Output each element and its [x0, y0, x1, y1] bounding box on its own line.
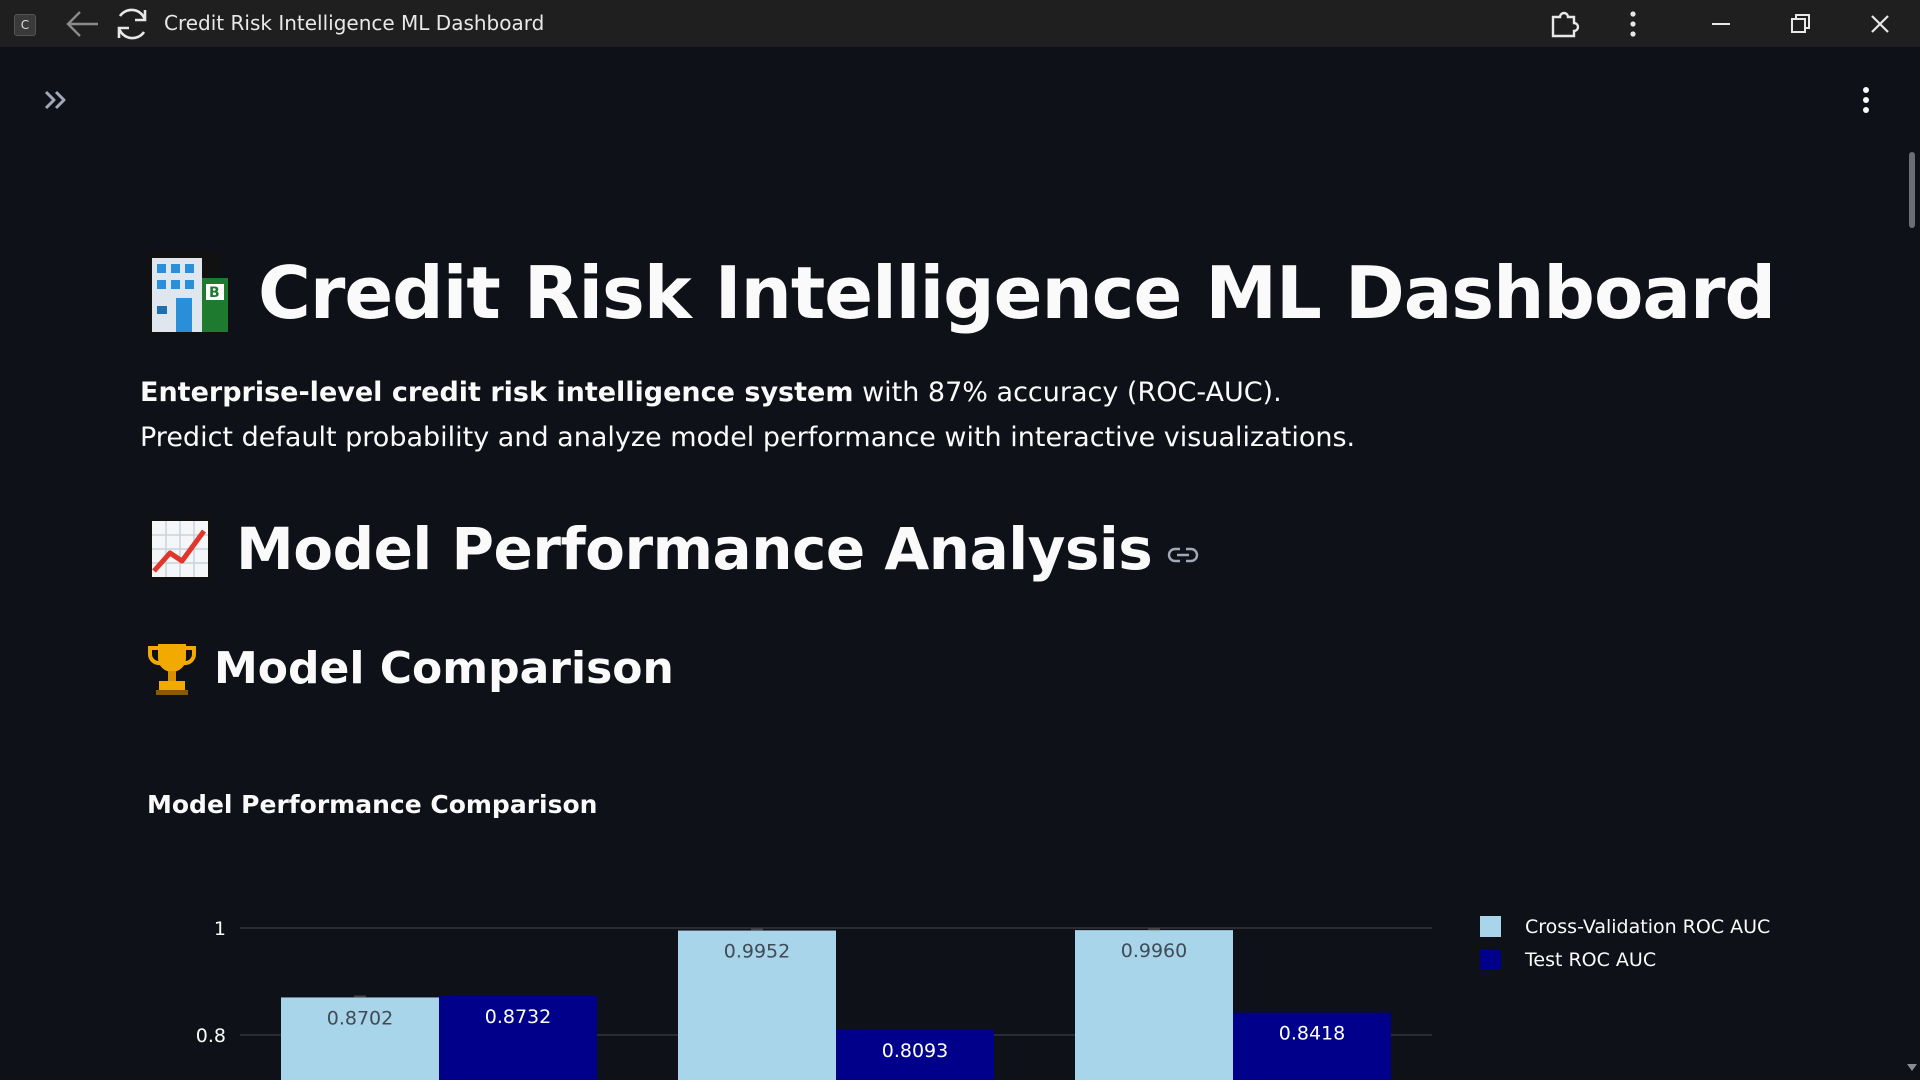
legend-item-cv[interactable]: Cross-Validation ROC AUC	[1480, 910, 1770, 943]
bar-value-label: 0.8093	[882, 1040, 948, 1062]
intro-bold-text: Enterprise-level credit risk intelligenc…	[140, 377, 854, 408]
intro-line-2: Predict default probability and analyze …	[140, 422, 1356, 453]
svg-text:B: B	[209, 285, 220, 301]
window-titlebar: C Credit Risk Intelligence ML Dashboard	[0, 0, 1920, 47]
scrollbar-thumb[interactable]	[1909, 152, 1915, 228]
window-title: Credit Risk Intelligence ML Dashboard	[164, 11, 545, 35]
page-title-text: Credit Risk Intelligence ML Dashboard	[258, 251, 1776, 335]
main-menu-button[interactable]	[1852, 84, 1880, 116]
legend-item-test[interactable]: Test ROC AUC	[1480, 943, 1770, 976]
chart-increasing-icon	[146, 515, 214, 583]
bar-value-label: 0.9952	[724, 941, 790, 963]
intro-rest-text: with 87% accuracy (ROC-AUC).	[853, 377, 1282, 408]
back-icon[interactable]	[62, 8, 102, 40]
bar-value-label: 0.9960	[1121, 940, 1187, 962]
legend-swatch-cv	[1480, 916, 1501, 937]
link-icon[interactable]	[1166, 544, 1200, 566]
page-title: B Credit Risk Intelligence ML Dashboard	[146, 250, 1776, 336]
subsection-heading: Model Comparison	[146, 640, 674, 696]
more-vertical-icon[interactable]	[1620, 8, 1646, 40]
section-title: Model Performance Analysis	[236, 515, 1153, 583]
subsection-title: Model Comparison	[214, 642, 674, 694]
bar-value-label: 0.8702	[327, 1007, 393, 1029]
trophy-icon	[146, 640, 198, 696]
office-building-icon: B	[146, 250, 234, 336]
close-icon[interactable]	[1864, 8, 1896, 40]
y-tick-label: 0.8	[196, 1025, 226, 1047]
double-chevron-right-icon[interactable]	[40, 84, 72, 116]
legend-label-test: Test ROC AUC	[1525, 948, 1657, 971]
intro-text: Enterprise-level credit risk intelligenc…	[140, 370, 1355, 460]
minimize-icon[interactable]	[1705, 8, 1737, 40]
legend-swatch-test	[1480, 949, 1501, 970]
legend-label-cv: Cross-Validation ROC AUC	[1525, 915, 1771, 938]
restore-icon[interactable]	[1784, 8, 1816, 40]
section-heading: Model Performance Analysis	[146, 515, 1200, 583]
app-icon[interactable]: C	[14, 14, 36, 36]
puzzle-icon[interactable]	[1548, 8, 1580, 40]
intro-line-1: Enterprise-level credit risk intelligenc…	[140, 370, 1355, 415]
chart-legend: Cross-Validation ROC AUC Test ROC AUC	[1480, 910, 1770, 976]
reload-icon[interactable]	[112, 6, 152, 42]
chart-title: Model Performance Comparison	[147, 790, 598, 819]
more-vertical-icon	[1863, 87, 1869, 113]
bar-value-label: 0.8418	[1279, 1023, 1345, 1045]
y-tick-label: 1	[214, 918, 226, 940]
bar-value-label: 0.8732	[485, 1006, 551, 1028]
